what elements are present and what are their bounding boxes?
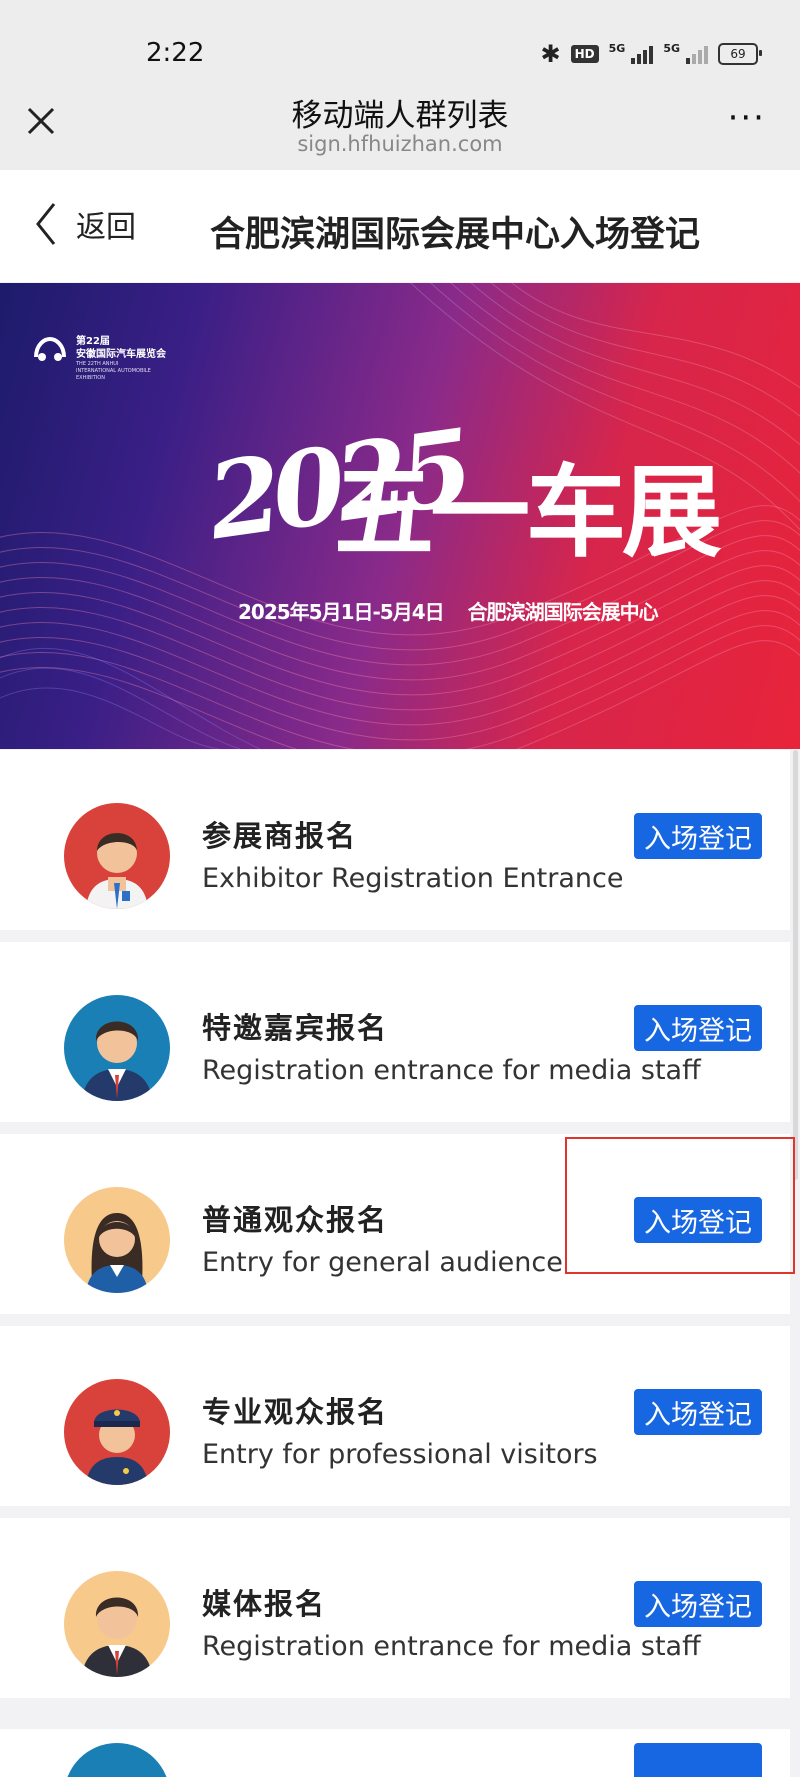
entry-title: 特邀嘉宾报名 xyxy=(202,1011,389,1045)
entry-title: 参展商报名 xyxy=(202,819,358,853)
avatar xyxy=(64,1743,170,1777)
status-time: 2:22 xyxy=(146,38,205,68)
list-item-partial[interactable] xyxy=(0,1729,790,1777)
network-label-1: 5G xyxy=(608,41,626,55)
hd-badge: HD xyxy=(570,45,599,63)
battery-level: 69 xyxy=(730,47,746,61)
logo-line1: 第22届 xyxy=(76,336,110,347)
entry-subtitle: Registration entrance for media staff xyxy=(202,1055,701,1086)
list-item[interactable]: 参展商报名 Exhibitor Registration Entrance 入场… xyxy=(0,750,790,930)
status-icons: ✱ HD 5G 5G 69 xyxy=(540,40,762,68)
back-label: 返回 xyxy=(76,210,136,245)
register-button[interactable]: 入场登记 xyxy=(634,1005,762,1051)
page-title: 移动端人群列表 xyxy=(291,98,509,134)
signal-icon-2 xyxy=(686,44,708,64)
register-button[interactable]: 入场登记 xyxy=(634,1389,762,1435)
avatar xyxy=(64,995,170,1101)
logo-line2: 安徽国际汽车展览会 xyxy=(76,349,166,360)
list-item[interactable]: 特邀嘉宾报名 Registration entrance for media s… xyxy=(0,942,790,1122)
more-menu-icon[interactable]: ··· xyxy=(728,101,766,135)
chevron-left-icon xyxy=(36,203,56,245)
app-header: 返回 合肥滨湖国际会展中心入场登记 xyxy=(0,170,800,282)
highlight-annotation-box xyxy=(565,1137,795,1274)
entry-title: 媒体报名 xyxy=(202,1587,327,1621)
register-button[interactable]: 入场登记 xyxy=(634,813,762,859)
header-title: 合肥滨湖国际会展中心入场登记 xyxy=(210,215,701,255)
back-button[interactable]: 返回 xyxy=(34,202,136,246)
register-button-partial[interactable] xyxy=(634,1743,762,1777)
banner-dates: 2025年5月1日-5月4日 xyxy=(238,600,445,624)
battery-icon: 69 xyxy=(718,43,762,65)
entry-subtitle: Entry for professional visitors xyxy=(202,1439,598,1470)
avatar xyxy=(64,1187,170,1293)
banner-venue: 合肥滨湖国际会展中心 xyxy=(467,600,659,624)
car-logo-icon xyxy=(34,336,66,361)
banner-info: 2025年5月1日-5月4日 合肥滨湖国际会展中心 xyxy=(238,596,659,625)
expo-logo: 第22届 安徽国际汽车展览会 THE 22TH ANHUI INTERNATIO… xyxy=(32,335,166,382)
browser-nav-bar: 移动端人群列表 sign.hfhuizhan.com ··· xyxy=(0,88,800,170)
bluetooth-icon: ✱ xyxy=(540,40,561,68)
status-bar: 2:22 ✱ HD 5G 5G 69 xyxy=(0,0,800,88)
list-item[interactable]: 媒体报名 Registration entrance for media sta… xyxy=(0,1518,790,1698)
list-item[interactable]: 专业观众报名 Entry for professional visitors 入… xyxy=(0,1326,790,1506)
entry-subtitle: Registration entrance for media staff xyxy=(202,1631,701,1662)
signal-icon xyxy=(631,44,654,64)
event-banner: 第22届 安徽国际汽车展览会 THE 22TH ANHUI INTERNATIO… xyxy=(0,283,800,749)
scrollbar[interactable] xyxy=(793,750,798,1180)
banner-title: 五一车展 xyxy=(334,454,722,571)
avatar xyxy=(64,803,170,909)
register-button[interactable]: 入场登记 xyxy=(634,1581,762,1627)
page-url: sign.hfhuizhan.com xyxy=(297,132,503,156)
avatar xyxy=(64,1571,170,1677)
entry-title: 专业观众报名 xyxy=(202,1395,389,1429)
entry-subtitle: Entry for general audience xyxy=(202,1247,563,1278)
logo-english: THE 22TH ANHUI INTERNATIONAL AUTOMOBILE … xyxy=(76,361,151,381)
network-label-2: 5G xyxy=(663,41,680,55)
entry-title: 普通观众报名 xyxy=(202,1203,389,1237)
entry-subtitle: Exhibitor Registration Entrance xyxy=(202,863,624,894)
avatar xyxy=(64,1379,170,1485)
